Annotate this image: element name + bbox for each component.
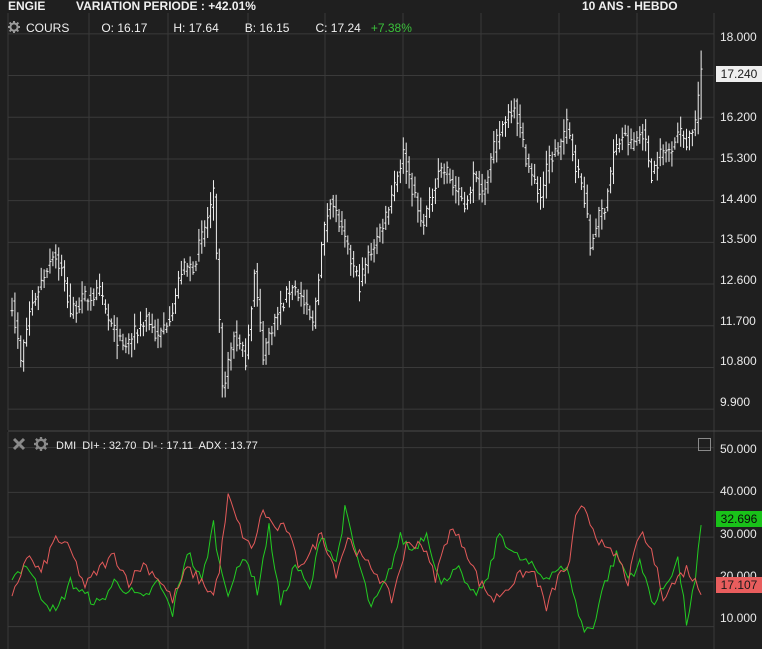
y-tick-label: 14.400 <box>720 192 757 206</box>
close-icon[interactable] <box>12 437 26 454</box>
price-ohlc-series <box>10 50 703 398</box>
close-value: C: 17.24 <box>315 21 361 35</box>
y-tick-label: 50.000 <box>720 442 757 456</box>
y-tick-label: 16.200 <box>720 110 757 124</box>
high-value: H: 17.64 <box>173 21 219 35</box>
chart-canvas <box>7 13 762 649</box>
y-tick-label: 40.000 <box>720 484 757 498</box>
indicator-label: DMI DI+ : 32.70 DI- : 17.11 ADX : 13.77 <box>56 439 258 452</box>
y-tick-label: 18.000 <box>720 30 757 44</box>
last-price-tag: 17.240 <box>716 66 762 82</box>
gear-icon[interactable] <box>34 437 48 454</box>
low-value: B: 16.15 <box>244 21 290 35</box>
y-tick-label: 12.600 <box>720 273 757 287</box>
indicator-panel-header: DMI DI+ : 32.70 DI- : 17.11 ADX : 13.77 <box>8 437 272 454</box>
series-label: COURS <box>26 21 70 35</box>
y-tick-label: 9.900 <box>720 395 751 409</box>
price-panel-header: COURS O: 16.17 H: 17.64 B: 16.15 C: 17.2… <box>8 20 426 36</box>
open-value: O: 16.17 <box>101 21 148 35</box>
dmi-series <box>11 493 702 634</box>
di-plus-line <box>11 505 702 634</box>
y-tick-label: 11.700 <box>720 314 756 328</box>
di-plus-tag: 32.696 <box>716 511 762 527</box>
maximize-icon[interactable] <box>698 438 711 451</box>
y-tick-label: 10.000 <box>720 611 757 625</box>
gear-icon[interactable] <box>8 21 20 36</box>
y-tick-label: 13.500 <box>720 232 757 246</box>
y-tick-label: 30.000 <box>720 527 757 541</box>
y-tick-label: 10.800 <box>720 354 757 368</box>
grid-lines <box>7 13 762 649</box>
di-minus-tag: 17.107 <box>716 577 762 593</box>
change-percent: +7.38% <box>370 21 412 35</box>
y-tick-label: 15.300 <box>720 151 757 165</box>
